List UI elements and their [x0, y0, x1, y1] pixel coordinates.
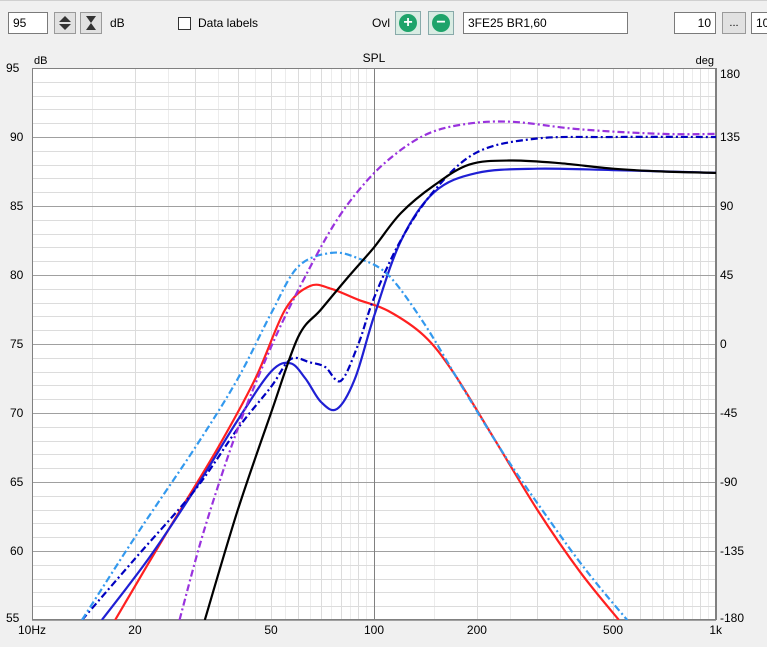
y2-tick-label: -135 — [720, 544, 744, 558]
y2-tick-label: 135 — [720, 130, 740, 144]
x-tick-label: 1k — [709, 623, 723, 637]
y2-tick-label: -90 — [720, 475, 738, 489]
range-start-input[interactable]: 10 — [674, 12, 716, 34]
y-tick-label: 80 — [10, 268, 24, 282]
toolbar: 95 dB Data labels Ovl + − 3FE25 BR1,60 1… — [0, 0, 767, 45]
add-overlay-button[interactable]: + — [395, 11, 421, 35]
data-labels-label: Data labels — [198, 16, 259, 30]
x-tick-label: 500 — [603, 623, 623, 637]
level-stepper[interactable] — [54, 12, 76, 34]
x-tick-label: 100 — [364, 623, 384, 637]
range-separator-button[interactable]: ... — [722, 12, 746, 34]
spl-chart: 95908580757065605518013590450-45-90-135-… — [6, 51, 744, 637]
y-tick-label: 95 — [6, 61, 20, 75]
level-input[interactable]: 95 — [8, 12, 48, 34]
y-axis-unit-label: dB — [34, 55, 47, 67]
level-range-button[interactable] — [80, 12, 102, 34]
data-labels-checkbox[interactable] — [178, 17, 191, 30]
y-tick-label: 65 — [10, 475, 24, 489]
y-tick-label: 75 — [10, 337, 24, 351]
updown-arrows-icon — [59, 16, 71, 30]
x-tick-label: 200 — [467, 623, 487, 637]
y2-tick-label: 180 — [720, 67, 740, 81]
y2-axis-unit-label: deg — [696, 55, 714, 67]
x-tick-label: 10Hz — [18, 623, 46, 637]
plus-circle-icon: + — [399, 14, 417, 32]
remove-overlay-button[interactable]: − — [428, 11, 454, 35]
y2-tick-label: 0 — [720, 337, 727, 351]
chart-title: SPL — [363, 51, 386, 65]
y2-tick-label: -180 — [720, 611, 744, 625]
y2-tick-label: 90 — [720, 199, 734, 213]
range-end-input[interactable]: 10 — [751, 12, 767, 34]
y-tick-label: 60 — [10, 544, 24, 558]
overlay-name-field[interactable]: 3FE25 BR1,60 — [463, 12, 628, 34]
y-tick-label: 70 — [10, 406, 24, 420]
x-tick-label: 50 — [264, 623, 278, 637]
minus-circle-icon: − — [432, 14, 450, 32]
overlay-label: Ovl — [372, 16, 390, 30]
y-tick-label: 85 — [10, 199, 24, 213]
hourglass-icon — [86, 16, 96, 30]
y2-tick-label: 45 — [720, 268, 734, 282]
x-tick-label: 20 — [128, 623, 142, 637]
y2-tick-label: -45 — [720, 406, 738, 420]
level-unit-label: dB — [110, 16, 125, 30]
y-tick-label: 90 — [10, 130, 24, 144]
